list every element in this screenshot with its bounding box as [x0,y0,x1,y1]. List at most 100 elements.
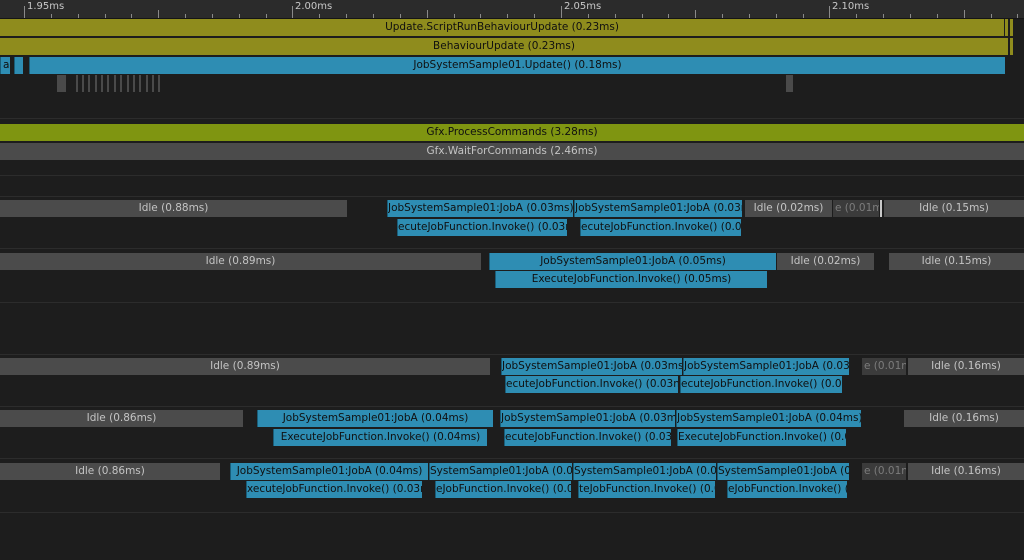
marker-job-a[interactable]: JobSystemSample01:JobA (0.04ms) [230,463,428,480]
marker-gfx-wait-for-commands[interactable]: Gfx.WaitForCommands (2.46ms) [0,143,1024,160]
marker-gfx-process-commands[interactable]: Gfx.ProcessCommands (3.28ms) [0,124,1024,141]
marker-sliver[interactable] [107,75,109,92]
marker-execute-job[interactable]: eJobFunction.Invoke() (0 [727,481,847,498]
minor-tick [185,14,186,18]
marker-execute-job[interactable]: ecuteJobFunction.Invoke() (0.03m [504,429,671,446]
marker-job-update-fragment[interactable]: al [0,57,10,74]
minor-tick [266,14,267,18]
marker-sliver[interactable] [95,75,97,92]
marker-update-script-run[interactable]: Update.ScriptRunBehaviourUpdate (0.23ms) [0,19,1004,36]
marker-idle[interactable]: Idle (0.02ms) [777,253,874,270]
marker-execute-job[interactable]: eJobFunction.Invoke() (0.0 [435,481,571,498]
marker-idle[interactable]: Idle (0.88ms) [0,200,347,217]
thread-divider [0,354,1024,355]
marker-sliver[interactable] [88,75,90,92]
marker-job-a[interactable]: JobSystemSample01:JobA (0.03ms [683,358,849,375]
marker-idle[interactable]: Idle (0.02ms) [745,200,832,217]
minor-tick [883,14,884,18]
marker-sliver[interactable] [786,75,793,92]
marker-idle[interactable]: Idle (0.15ms) [884,200,1024,217]
marker-execute-job[interactable]: ecuteJobFunction.Invoke() (0.03m [680,376,842,393]
minor-tick [507,14,508,18]
marker-sliver[interactable] [101,75,103,92]
minor-tick [400,14,401,18]
marker-idle[interactable]: Idle (0.89ms) [0,253,481,270]
marker-job-update[interactable]: JobSystemSample01.Update() (0.18ms) [29,57,1005,74]
marker-job-a[interactable]: JobSystemSample01:JobA (0.05ms) [489,253,776,270]
thread-divider [0,512,1024,513]
minor-tick [856,14,857,18]
marker-job-a[interactable]: SystemSample01:JobA (0.0 [717,463,849,480]
marker-sliver[interactable] [1010,38,1013,55]
minor-tick [991,14,992,18]
marker-sliver[interactable] [127,75,129,92]
marker-sliver[interactable] [76,75,78,92]
marker-idle[interactable]: Idle (0.86ms) [0,410,243,427]
minor-tick [427,10,428,18]
minor-tick [480,14,481,18]
marker-execute-job[interactable]: ecuteJobFunction.Invoke() (0.03m [505,376,678,393]
minor-tick [1017,14,1018,18]
minor-tick [803,14,804,18]
marker-sliver[interactable] [120,75,122,92]
marker-job-a[interactable]: JobSystemSample01:JobA (0.04ms) [676,410,861,427]
tick-label: 2.05ms [564,1,602,12]
minor-tick [588,14,589,18]
marker-job-a[interactable]: JobSystemSample01:JobA (0.04ms) [257,410,493,427]
marker-idle[interactable]: Idle (0.16ms) [908,463,1024,480]
major-tick [24,6,25,18]
marker-idle[interactable]: Idle (0.16ms) [904,410,1024,427]
tick-label: 2.10ms [832,1,870,12]
marker-idle-small[interactable]: e (0.01m [862,358,906,375]
marker-sliver[interactable] [1010,19,1013,36]
marker-sliver[interactable] [114,75,116,92]
minor-tick [319,14,320,18]
tick-label: 2.00ms [295,1,333,12]
marker-job-a[interactable]: SystemSample01:JobA (0.03 [429,463,572,480]
minor-tick [239,14,240,18]
marker-job-a[interactable]: JobSystemSample01:JobA (0.03ms) [500,410,675,427]
minor-tick [695,10,696,18]
marker-idle-small[interactable]: e (0.01m [833,200,879,217]
marker-execute-job[interactable]: teJobFunction.Invoke() (0.0 [578,481,715,498]
marker-sliver[interactable] [152,75,154,92]
marker-sliver[interactable] [14,57,23,74]
minor-tick [78,14,79,18]
thread-divider [0,302,1024,303]
thread-divider [0,118,1024,119]
marker-job-a[interactable]: JobSystemSample01:JobA (0.03ms [574,200,742,217]
minor-tick [158,10,159,18]
marker-idle[interactable]: Idle (0.15ms) [889,253,1024,270]
marker-idle[interactable]: Idle (0.16ms) [908,358,1024,375]
major-tick [292,6,293,18]
marker-sliver[interactable] [82,75,84,92]
marker-job-a[interactable]: SystemSample01:JobA (0.03 [573,463,716,480]
marker-sliver[interactable] [146,75,148,92]
marker-execute-job[interactable]: xecuteJobFunction.Invoke() (0.03ms) [246,481,422,498]
thread-divider [0,248,1024,249]
marker-sliver[interactable] [1005,19,1008,36]
thread-divider [0,458,1024,459]
minor-tick [51,14,52,18]
marker-idle[interactable]: Idle (0.86ms) [0,463,220,480]
marker-sliver[interactable] [158,75,160,92]
minor-tick [937,14,938,18]
thread-divider [0,196,1024,197]
minor-tick [749,14,750,18]
minor-tick [642,14,643,18]
marker-job-a[interactable]: JobSystemSample01:JobA (0.03ms) [387,200,573,217]
marker-idle-small[interactable]: e (0.01m [862,463,906,480]
marker-job-a[interactable]: JobSystemSample01:JobA (0.03ms) [501,358,682,375]
minor-tick [615,14,616,18]
marker-execute-job[interactable]: ExecuteJobFunction.Invoke() (0.04ms) [273,429,487,446]
marker-sliver[interactable] [57,75,66,92]
time-ruler[interactable]: 1.95ms 2.00ms 2.05ms 2.10ms [0,0,1024,19]
marker-execute-job[interactable]: ExecuteJobFunction.Invoke() (0.03m [677,429,846,446]
marker-execute-job[interactable]: ExecuteJobFunction.Invoke() (0.05ms) [495,271,767,288]
marker-sliver[interactable] [133,75,135,92]
marker-execute-job[interactable]: ecuteJobFunction.Invoke() (0.03r [580,219,741,236]
marker-behaviour-update[interactable]: BehaviourUpdate (0.23ms) [0,38,1008,55]
marker-sliver[interactable] [139,75,141,92]
marker-execute-job[interactable]: ecuteJobFunction.Invoke() (0.03m [397,219,567,236]
marker-idle[interactable]: Idle (0.89ms) [0,358,490,375]
